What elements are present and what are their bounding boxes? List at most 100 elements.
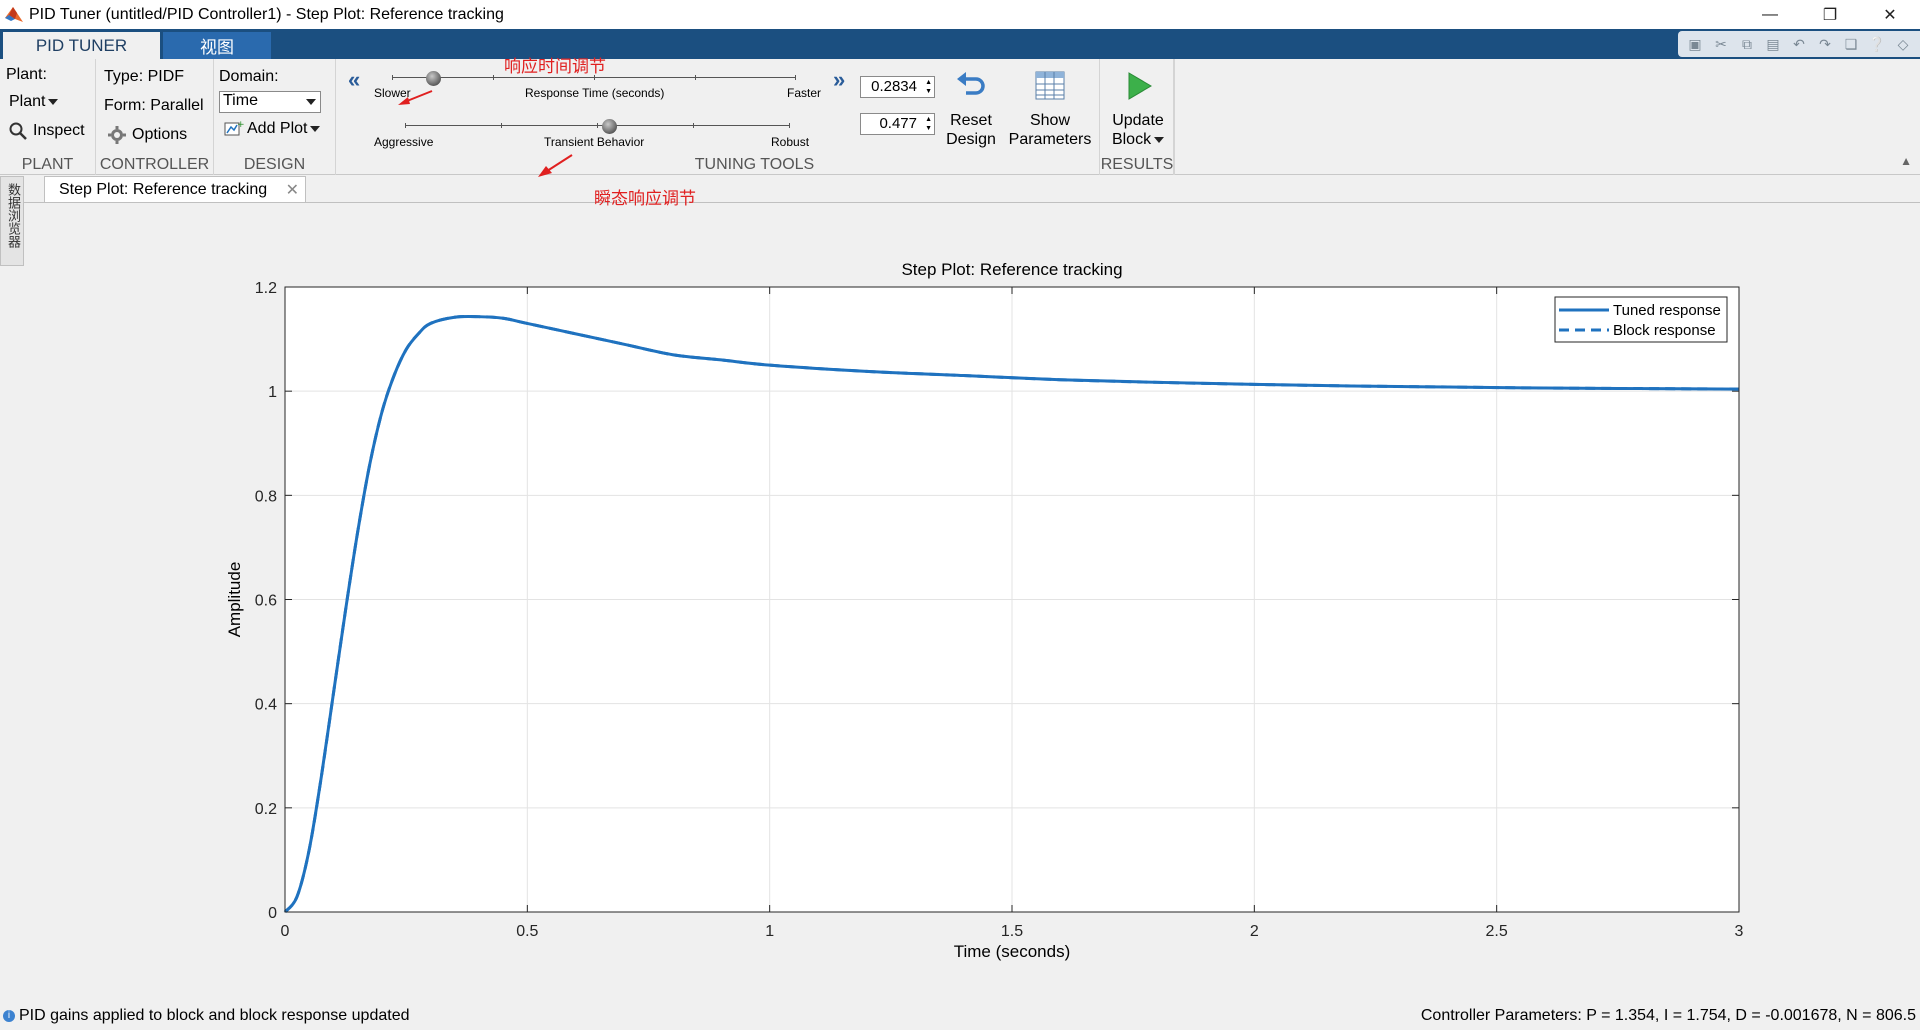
controller-section-label: CONTROLLER: [99, 156, 210, 173]
help-icon[interactable]: ❔: [1864, 33, 1890, 55]
plant-section: Plant: Plant Inspect PLANT: [0, 59, 96, 175]
domain-value: Time: [223, 92, 258, 109]
options-button[interactable]: Options: [108, 126, 187, 144]
plant-dropdown[interactable]: Plant: [9, 93, 59, 111]
tab-pid-tuner[interactable]: PID TUNER: [3, 32, 160, 59]
window-title: PID Tuner (untitled/PID Controller1) - S…: [29, 5, 504, 23]
y-tick-label: 0.2: [255, 801, 277, 818]
status-text: PID gains applied to block and block res…: [19, 1007, 410, 1024]
matlab-logo-icon: [5, 6, 23, 22]
show-parameters-button[interactable]: Show Parameters: [1004, 69, 1096, 149]
chevron-down-icon: [306, 99, 316, 105]
annotation-arrow-icon: [538, 154, 573, 177]
robust-label: Robust: [771, 135, 810, 149]
x-tick-label: 2: [1250, 923, 1259, 940]
transient-behavior-slider-thumb[interactable]: [602, 119, 617, 134]
transient-behavior-spinner[interactable]: 0.477 ▲ ▼: [860, 113, 935, 135]
magnifier-icon: [9, 122, 27, 140]
tuning-tools-section: « » Slower Response Time (seconds) Faste…: [336, 57, 1174, 208]
svg-text:+: +: [237, 120, 244, 130]
document-tab[interactable]: Step Plot: Reference tracking ✕: [44, 176, 306, 202]
domain-label: Domain:: [219, 68, 279, 85]
annotation-transient: 瞬态响应调节: [594, 189, 696, 208]
inspect-button[interactable]: Inspect: [8, 121, 85, 141]
tab-view[interactable]: 视图: [163, 32, 271, 59]
transient-behavior-slider[interactable]: [405, 116, 790, 136]
y-tick-label: 0: [268, 905, 277, 922]
design-section-label: DESIGN: [243, 156, 306, 173]
cut-icon[interactable]: ✂: [1708, 33, 1734, 55]
tuning-tools-section-label: TUNING TOOLS: [694, 156, 815, 173]
controller-parameters: Controller Parameters: P = 1.354, I = 1.…: [1420, 1007, 1916, 1024]
y-tick-label: 0.6: [255, 593, 277, 610]
switch-windows-icon[interactable]: ❏: [1838, 33, 1864, 55]
response-time-value: 0.2834: [871, 78, 917, 95]
chevron-down-icon: [310, 126, 321, 132]
chevron-down-icon: [1154, 136, 1165, 143]
double-chevron-left-icon[interactable]: «: [348, 67, 360, 93]
legend-label: Block response: [1613, 322, 1716, 339]
undo-icon[interactable]: ↶: [1786, 33, 1812, 55]
quick-access-toolbar: ▣ ✂ ⧉ ▤ ↶ ↷ ❏ ❔ ◇: [1678, 31, 1920, 57]
chart-title: Step Plot: Reference tracking: [901, 260, 1122, 279]
spinner-arrows-icon[interactable]: ▲ ▼: [921, 115, 932, 133]
copy-icon[interactable]: ⧉: [1734, 33, 1760, 55]
close-icon[interactable]: ✕: [286, 180, 299, 200]
redo-icon[interactable]: ↷: [1812, 33, 1838, 55]
y-tick-label: 0.8: [255, 488, 277, 505]
faster-label: Faster: [787, 86, 822, 100]
data-browser-label: 数据浏览器: [6, 183, 21, 248]
controller-section: Type: PIDF Form: Parallel Options CONTRO…: [96, 59, 214, 175]
results-section-label: RESULTS: [1100, 156, 1174, 173]
x-tick-label: 0.5: [516, 923, 538, 940]
add-plot-button[interactable]: + Add Plot: [224, 120, 321, 138]
show-params-line1: Show: [1029, 112, 1071, 129]
paste-icon[interactable]: ▤: [1760, 33, 1786, 55]
close-icon[interactable]: ✕: [1860, 0, 1920, 29]
x-tick-label: 2.5: [1486, 923, 1508, 940]
data-browser-tab[interactable]: 数据浏览器: [0, 176, 24, 266]
domain-select[interactable]: Time: [219, 91, 321, 113]
aggressive-label: Aggressive: [374, 135, 434, 149]
document-tab-label: Step Plot: Reference tracking: [59, 180, 268, 198]
ribbon-tabstrip: PID TUNER 视图 ▣ ✂ ⧉ ▤ ↶ ↷ ❏ ❔ ◇: [0, 29, 1920, 59]
spinner-arrows-icon[interactable]: ▲ ▼: [921, 78, 932, 96]
legend[interactable]: Tuned response Block response: [1554, 296, 1728, 343]
x-tick-label: 3: [1735, 923, 1744, 940]
plot-area: 0 0.5 1 1.5 2 2.5 3 0 0.2 0.4 0.6 0.8 1 1.2 Step Plot…: [24, 202, 1920, 1000]
undo-arrow-icon: [957, 72, 985, 95]
response-time-spinner[interactable]: 0.2834 ▲ ▼: [860, 76, 935, 98]
chevron-down-icon: [48, 98, 59, 105]
update-label-line2: Block: [1100, 130, 1176, 149]
results-section: Update Block RESULTS: [1099, 59, 1175, 175]
legend-label: Tuned response: [1613, 302, 1721, 319]
update-label-block: Block: [1111, 131, 1152, 148]
restore-icon[interactable]: ❐: [1800, 0, 1860, 29]
status-bar: i PID gains applied to block and block r…: [0, 1000, 1920, 1030]
controller-type: Type: PIDF: [104, 68, 185, 85]
reset-design-button[interactable]: Reset Design: [941, 69, 1001, 149]
annotation-response-time: 响应时间调节: [504, 57, 606, 76]
reset-label-line1: Reset: [950, 112, 992, 129]
update-block-button[interactable]: Update Block: [1100, 69, 1176, 149]
x-tick-label: 1: [765, 923, 774, 940]
expand-toolstrip-icon[interactable]: ◇: [1890, 33, 1916, 55]
reset-label-line2: Design: [946, 131, 996, 148]
info-icon: i: [3, 1010, 15, 1022]
y-tick-label: 1.2: [255, 280, 277, 297]
show-params-line2: Parameters: [1008, 131, 1092, 148]
options-label: Options: [132, 126, 188, 143]
inspect-label: Inspect: [33, 122, 85, 139]
x-axis-label: Time (seconds): [954, 942, 1071, 961]
y-tick-label: 0.4: [255, 697, 277, 714]
step-plot-figure[interactable]: 0 0.5 1 1.5 2 2.5 3 0 0.2 0.4 0.6 0.8 1 1.2 Step Plot…: [24, 203, 1920, 1001]
save-icon[interactable]: ▣: [1682, 33, 1708, 55]
update-label-line1: Update: [1112, 112, 1164, 129]
minimize-icon[interactable]: —: [1740, 0, 1800, 29]
collapse-ribbon-icon[interactable]: ▲: [1900, 154, 1912, 168]
double-chevron-right-icon[interactable]: »: [833, 67, 845, 93]
add-plot-label: Add Plot: [247, 120, 308, 137]
add-plot-icon: +: [224, 120, 244, 136]
response-time-slider-thumb[interactable]: [426, 71, 441, 86]
y-axis-label: Amplitude: [225, 562, 244, 638]
